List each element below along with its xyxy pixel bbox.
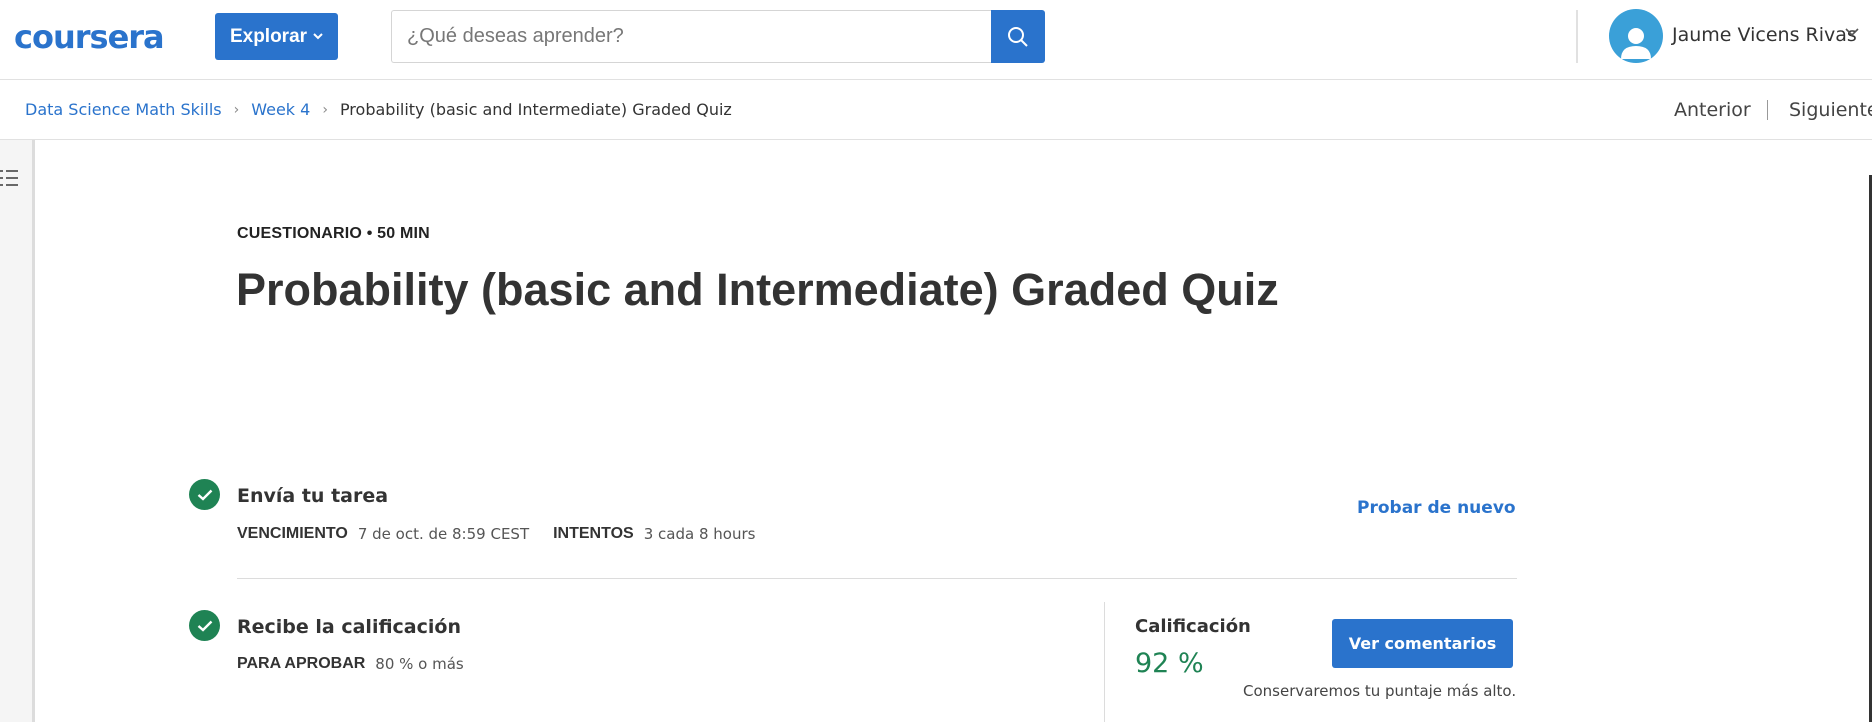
column-divider <box>1104 602 1105 722</box>
previous-link[interactable]: Anterior <box>1674 99 1751 121</box>
search-button[interactable] <box>991 10 1045 63</box>
view-feedback-button[interactable]: Ver comentarios <box>1332 619 1513 668</box>
attempts-label: INTENTOS <box>553 525 634 542</box>
nav-divider <box>1767 100 1768 120</box>
pass-label: PARA APROBAR <box>237 655 366 672</box>
grade-meta: PARA APROBAR 80 % o más <box>237 655 464 673</box>
due-label: VENCIMIENTO <box>237 525 348 542</box>
breadcrumb-week[interactable]: Week 4 <box>251 100 310 119</box>
grade-value: 92 % <box>1135 648 1204 679</box>
menu-icon[interactable] <box>0 168 20 190</box>
page-title: Probability (basic and Intermediate) Gra… <box>236 264 1279 315</box>
quiz-kicker: CUESTIONARIO • 50 MIN <box>237 225 430 242</box>
chevron-down-icon <box>313 33 323 40</box>
explore-label: Explorar <box>229 25 308 47</box>
search-input[interactable] <box>407 25 992 48</box>
user-icon <box>1621 28 1651 59</box>
chevron-down-icon[interactable] <box>1845 28 1859 37</box>
left-rail <box>0 140 35 722</box>
user-name[interactable]: Jaume Vicens Rivas <box>1672 24 1857 46</box>
submit-meta: VENCIMIENTO 7 de oct. de 8:59 CEST INTEN… <box>237 525 755 543</box>
breadcrumb-current: Probability (basic and Intermediate) Gra… <box>339 100 732 119</box>
avatar[interactable] <box>1609 9 1663 63</box>
due-value: 7 de oct. de 8:59 CEST <box>357 525 530 543</box>
coursera-logo[interactable]: coursera <box>14 18 165 56</box>
breadcrumb-bar: Data Science Math Skills › Week 4 › Prob… <box>0 80 1872 140</box>
grade-label: Calificación <box>1135 616 1251 637</box>
search-icon <box>1008 26 1028 47</box>
attempts-value: 3 cada 8 hours <box>643 525 756 543</box>
retry-link[interactable]: Probar de nuevo <box>1357 498 1516 518</box>
row-divider <box>237 578 1517 579</box>
header-divider <box>1576 10 1578 63</box>
highest-score-note: Conservaremos tu puntaje más alto. <box>1243 682 1517 700</box>
search-field[interactable] <box>391 10 992 63</box>
check-icon <box>189 610 220 641</box>
pass-value: 80 % o más <box>375 655 464 673</box>
breadcrumb-course[interactable]: Data Science Math Skills <box>25 100 222 119</box>
submit-step-title: Envía tu tarea <box>237 485 389 507</box>
breadcrumb: Data Science Math Skills › Week 4 › Prob… <box>25 100 732 119</box>
explore-button[interactable]: Explorar <box>215 13 338 60</box>
top-header: coursera Explorar Jaume Vicens Rivas <box>0 0 1872 80</box>
check-icon <box>189 479 220 510</box>
chevron-right-icon: › <box>322 101 328 118</box>
chevron-right-icon: › <box>233 101 240 118</box>
grade-step-title: Recibe la calificación <box>237 616 461 638</box>
next-link[interactable]: Siguiente <box>1789 99 1872 121</box>
